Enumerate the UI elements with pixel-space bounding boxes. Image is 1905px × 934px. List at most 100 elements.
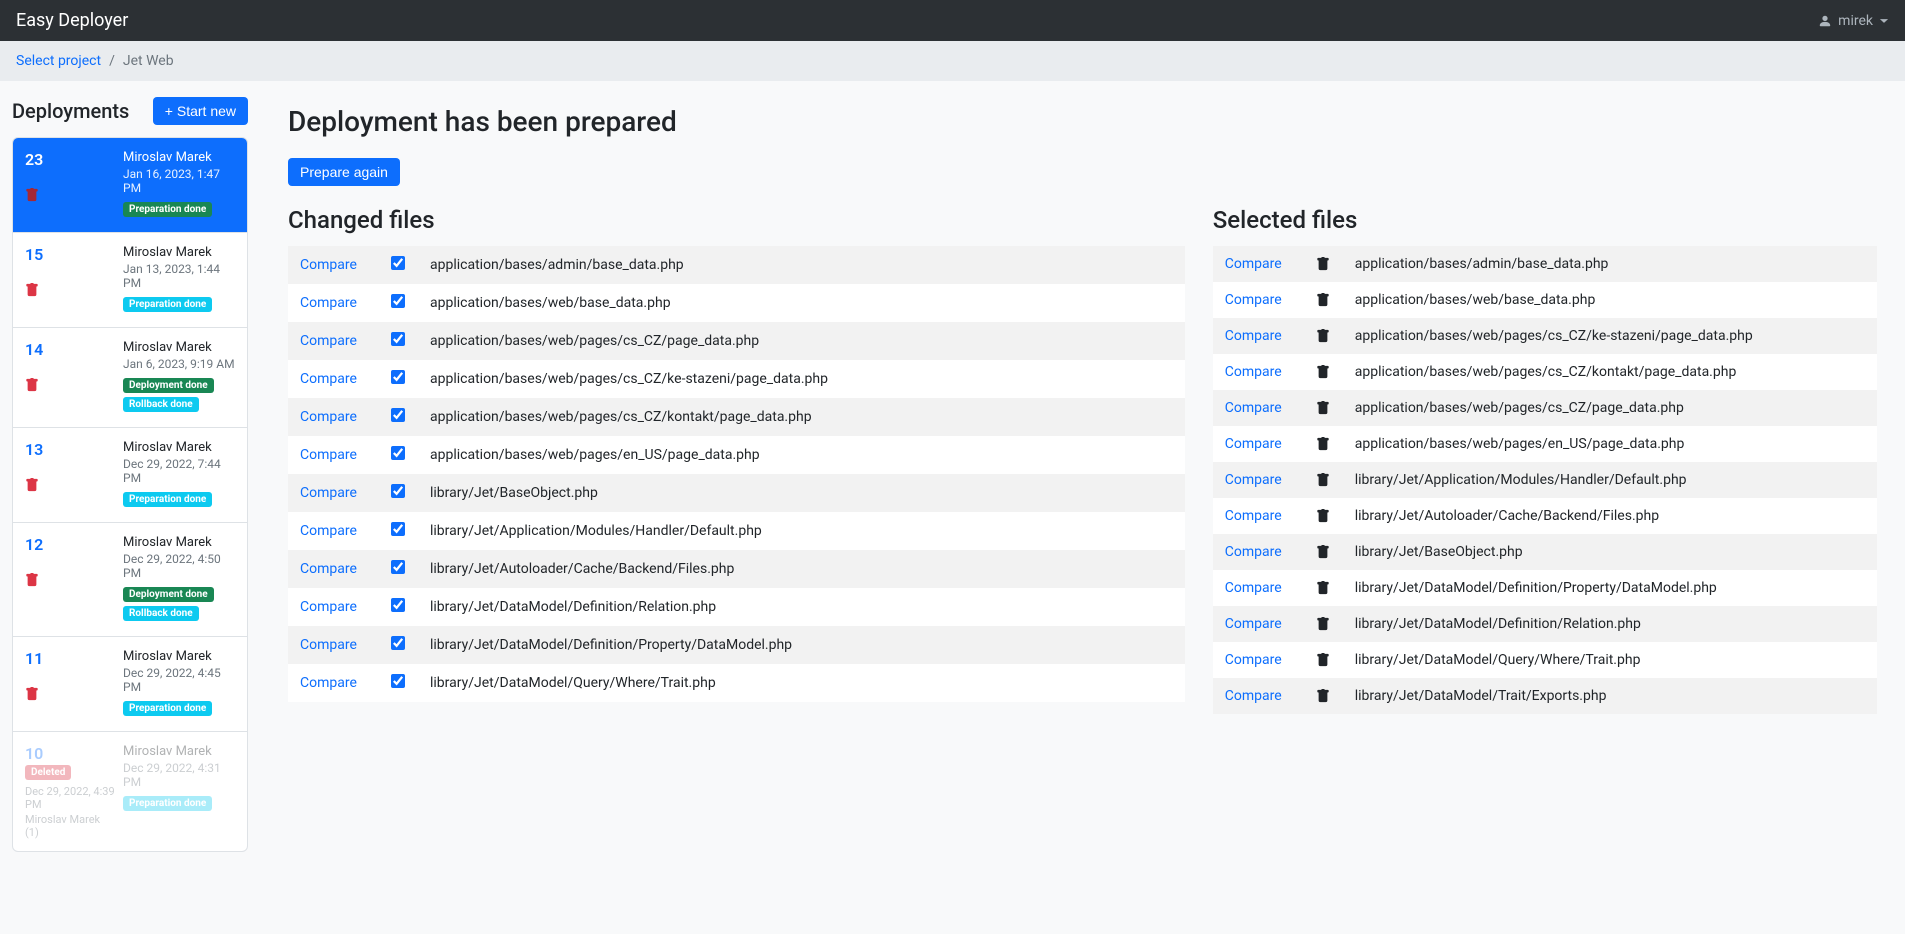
table-row: Comparelibrary/Jet/DataModel/Definition/… [288, 626, 1185, 664]
table-row: Compare application/bases/web/pages/en_US… [1213, 426, 1877, 462]
compare-link[interactable]: Compare [300, 523, 357, 539]
deployment-date: Dec 29, 2022, 4:50 PM [123, 552, 235, 580]
user-name: mirek [1838, 13, 1873, 29]
file-checkbox[interactable] [391, 294, 405, 308]
file-path: library/Jet/BaseObject.php [1343, 534, 1877, 570]
compare-link[interactable]: Compare [1225, 688, 1282, 704]
page-title: Deployment has been prepared [288, 105, 1877, 138]
delete-deployment-icon[interactable] [25, 572, 115, 588]
compare-link[interactable]: Compare [1225, 616, 1282, 632]
file-path: library/Jet/Application/Modules/Handler/… [1343, 462, 1877, 498]
deployment-item[interactable]: 12 Miroslav MarekDec 29, 2022, 4:50 PMDe… [13, 523, 247, 637]
deployment-item[interactable]: 15 Miroslav MarekJan 13, 2023, 1:44 PMPr… [13, 233, 247, 328]
user-menu[interactable]: mirek [1818, 13, 1889, 29]
changed-files-table: Compareapplication/bases/admin/base_data… [288, 246, 1185, 702]
remove-file-icon[interactable] [1303, 318, 1343, 354]
remove-file-icon[interactable] [1303, 462, 1343, 498]
deployment-item[interactable]: 14 Miroslav MarekJan 6, 2023, 9:19 AMDep… [13, 328, 247, 428]
file-path: application/bases/web/pages/en_US/page_d… [418, 436, 1185, 474]
compare-link[interactable]: Compare [1225, 256, 1282, 272]
remove-file-icon[interactable] [1303, 570, 1343, 606]
file-checkbox[interactable] [391, 370, 405, 384]
file-path: library/Jet/DataModel/Definition/Propert… [1343, 570, 1877, 606]
delete-deployment-icon[interactable] [25, 477, 115, 493]
compare-link[interactable]: Compare [1225, 292, 1282, 308]
start-new-button[interactable]: + Start new [153, 97, 248, 125]
delete-deployment-icon[interactable] [25, 377, 115, 393]
status-badge: Deployment done [123, 378, 214, 393]
remove-file-icon[interactable] [1303, 606, 1343, 642]
app-brand[interactable]: Easy Deployer [16, 10, 128, 31]
compare-link[interactable]: Compare [300, 561, 357, 577]
breadcrumb-current: Jet Web [123, 53, 174, 69]
plus-icon: + [165, 103, 173, 119]
breadcrumb: Select project / Jet Web [16, 53, 1889, 69]
deployment-number: 14 [25, 340, 115, 359]
table-row: Compareapplication/bases/admin/base_data… [288, 246, 1185, 284]
delete-deployment-icon[interactable] [25, 187, 115, 203]
remove-file-icon[interactable] [1303, 534, 1343, 570]
compare-link[interactable]: Compare [300, 675, 357, 691]
remove-file-icon[interactable] [1303, 426, 1343, 462]
compare-link[interactable]: Compare [300, 485, 357, 501]
remove-file-icon[interactable] [1303, 390, 1343, 426]
file-path: library/Jet/Autoloader/Cache/Backend/Fil… [1343, 498, 1877, 534]
remove-file-icon[interactable] [1303, 246, 1343, 282]
table-row: Compareapplication/bases/web/pages/cs_CZ… [1213, 390, 1877, 426]
remove-file-icon[interactable] [1303, 282, 1343, 318]
compare-link[interactable]: Compare [1225, 400, 1282, 416]
compare-link[interactable]: Compare [300, 409, 357, 425]
compare-link[interactable]: Compare [300, 637, 357, 653]
file-path: application/bases/web/pages/cs_CZ/kontak… [418, 398, 1185, 436]
file-checkbox[interactable] [391, 332, 405, 346]
deployment-date: Dec 29, 2022, 7:44 PM [123, 457, 235, 485]
compare-link[interactable]: Compare [300, 295, 357, 311]
deployment-number: 23 [25, 150, 115, 169]
changed-files-title: Changed files [288, 206, 1185, 234]
breadcrumb-link[interactable]: Select project [16, 53, 101, 69]
file-path: application/bases/web/pages/en_US/page_d… [1343, 426, 1877, 462]
file-checkbox[interactable] [391, 408, 405, 422]
table-row: Comparelibrary/Jet/BaseObject.php [288, 474, 1185, 512]
file-checkbox[interactable] [391, 446, 405, 460]
file-checkbox[interactable] [391, 636, 405, 650]
table-row: Compare library/Jet/DataModel/Definition/… [1213, 570, 1877, 606]
file-checkbox[interactable] [391, 522, 405, 536]
table-row: Comparelibrary/Jet/Autoloader/Cache/Back… [288, 550, 1185, 588]
compare-link[interactable]: Compare [1225, 472, 1282, 488]
compare-link[interactable]: Compare [300, 371, 357, 387]
remove-file-icon[interactable] [1303, 642, 1343, 678]
compare-link[interactable]: Compare [1225, 436, 1282, 452]
file-checkbox[interactable] [391, 674, 405, 688]
file-checkbox[interactable] [391, 598, 405, 612]
compare-link[interactable]: Compare [1225, 508, 1282, 524]
deployment-number: 13 [25, 440, 115, 459]
file-checkbox[interactable] [391, 256, 405, 270]
deployment-item[interactable]: 13 Miroslav MarekDec 29, 2022, 7:44 PMPr… [13, 428, 247, 523]
compare-link[interactable]: Compare [300, 257, 357, 273]
compare-link[interactable]: Compare [1225, 328, 1282, 344]
remove-file-icon[interactable] [1303, 678, 1343, 714]
file-path: library/Jet/DataModel/Query/Where/Trait.… [418, 664, 1185, 702]
table-row: Compareapplication/bases/web/pages/cs_CZ… [1213, 354, 1877, 390]
file-checkbox[interactable] [391, 484, 405, 498]
selected-files-title: Selected files [1213, 206, 1877, 234]
prepare-again-button[interactable]: Prepare again [288, 158, 400, 186]
compare-link[interactable]: Compare [300, 447, 357, 463]
remove-file-icon[interactable] [1303, 498, 1343, 534]
delete-deployment-icon[interactable] [25, 282, 115, 298]
compare-link[interactable]: Compare [1225, 364, 1282, 380]
table-row: Compareapplication/bases/web/pages/cs_CZ… [288, 322, 1185, 360]
file-checkbox[interactable] [391, 560, 405, 574]
compare-link[interactable]: Compare [300, 599, 357, 615]
compare-link[interactable]: Compare [1225, 544, 1282, 560]
compare-link[interactable]: Compare [1225, 652, 1282, 668]
deployment-item[interactable]: 23 Miroslav MarekJan 16, 2023, 1:47 PMPr… [13, 138, 247, 233]
compare-link[interactable]: Compare [300, 333, 357, 349]
deployment-item[interactable]: 10 DeletedDec 29, 2022, 4:39 PMMiroslav … [13, 732, 247, 851]
compare-link[interactable]: Compare [1225, 580, 1282, 596]
remove-file-icon[interactable] [1303, 354, 1343, 390]
status-badge: Deployment done [123, 587, 214, 602]
delete-deployment-icon[interactable] [25, 686, 115, 702]
deployment-item[interactable]: 11 Miroslav MarekDec 29, 2022, 4:45 PMPr… [13, 637, 247, 732]
